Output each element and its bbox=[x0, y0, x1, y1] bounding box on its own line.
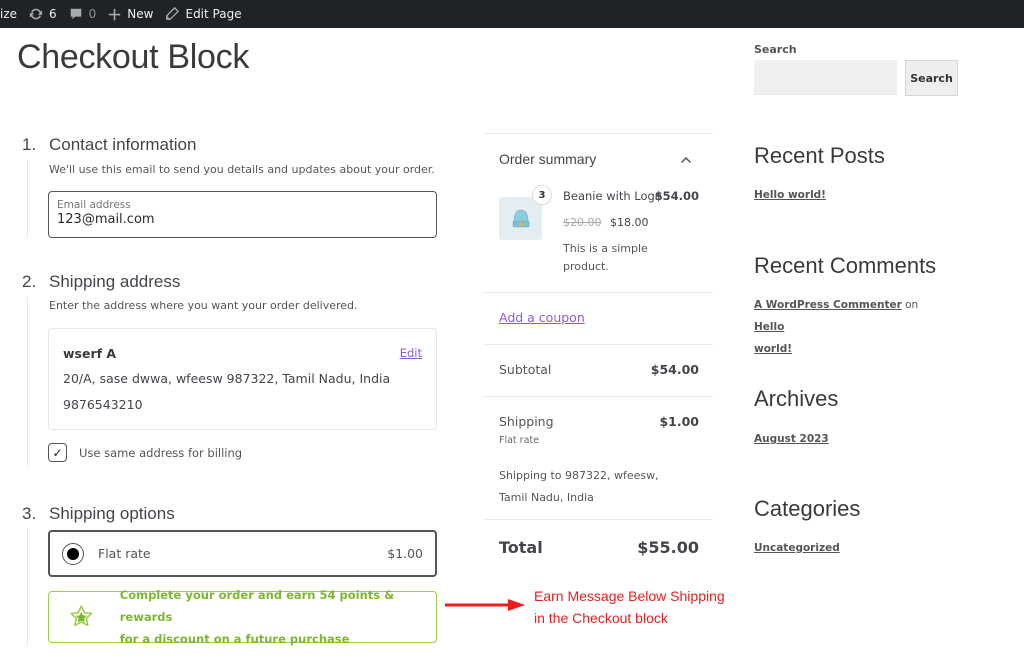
archives-title: Archives bbox=[754, 386, 839, 411]
archives-list: August 2023 bbox=[754, 428, 954, 450]
recent-comments-title: Recent Comments bbox=[754, 253, 937, 278]
step-number: 2. bbox=[22, 272, 37, 291]
product-name: Beanie with Logo bbox=[563, 189, 662, 203]
billing-same-checkbox[interactable]: ✓ bbox=[48, 443, 67, 462]
edit-page-link[interactable]: Edit Page bbox=[159, 0, 247, 28]
annotation-text: Earn Message Below Shipping in the Check… bbox=[534, 585, 725, 629]
step-divider bbox=[27, 297, 28, 467]
subtotal-label: Subtotal bbox=[499, 362, 552, 377]
step-title: Shipping options bbox=[49, 504, 175, 523]
summary-divider bbox=[484, 292, 713, 293]
category-link[interactable]: Uncategorized bbox=[754, 542, 840, 554]
step-number: 3. bbox=[22, 504, 37, 523]
shipping-method: Flat rate bbox=[499, 435, 539, 446]
updates-link[interactable]: 6 bbox=[23, 0, 63, 28]
quantity-badge: 3 bbox=[532, 185, 552, 205]
subtotal-value: $54.00 bbox=[650, 362, 699, 377]
customize-link[interactable]: ize bbox=[0, 0, 23, 28]
annotation-arrow-icon bbox=[445, 599, 525, 611]
shipping-value: $1.00 bbox=[659, 414, 699, 429]
edit-page-label: Edit Page bbox=[185, 7, 242, 21]
summary-divider bbox=[484, 519, 713, 520]
step-description: We'll use this email to send you details… bbox=[49, 163, 435, 176]
admin-bar: ize 6 0 New Edit Page bbox=[0, 0, 1024, 28]
shipping-option-price: $1.00 bbox=[387, 546, 423, 561]
star-icon bbox=[70, 605, 93, 627]
billing-same-label: Use same address for billing bbox=[79, 445, 243, 460]
step-divider bbox=[27, 160, 28, 238]
beanie-icon bbox=[512, 209, 529, 227]
comment-icon bbox=[69, 7, 83, 21]
comment-author-link[interactable]: A WordPress Commenter bbox=[754, 299, 902, 311]
email-label: Email address bbox=[57, 199, 131, 211]
email-value: 123@mail.com bbox=[57, 212, 155, 227]
comment-post-link-cont[interactable]: world! bbox=[754, 343, 792, 355]
product-description: This is a simple product. bbox=[563, 242, 648, 273]
search-label: Search bbox=[754, 43, 797, 56]
checkmark-icon: ✓ bbox=[52, 445, 63, 460]
annotation-line2: in the Checkout block bbox=[534, 610, 668, 626]
flat-rate-radio[interactable] bbox=[62, 542, 84, 565]
shipping-option-label: Flat rate bbox=[98, 546, 151, 561]
recent-posts-title: Recent Posts bbox=[754, 143, 885, 168]
product-thumbnail bbox=[499, 197, 542, 240]
product-line-total: $54.00 bbox=[654, 189, 699, 203]
total-value: $55.00 bbox=[637, 538, 699, 557]
categories-title: Categories bbox=[754, 496, 861, 521]
address-line: 20/A, sase dwwa, wfeesw 987322, Tamil Na… bbox=[63, 371, 391, 386]
summary-divider bbox=[484, 396, 713, 397]
new-content-link[interactable]: New bbox=[102, 0, 159, 28]
billing-same-row: ✓ Use same address for billing bbox=[48, 443, 242, 462]
step-title: Shipping address bbox=[49, 272, 181, 291]
step-divider bbox=[27, 528, 28, 646]
comment-on-text: on bbox=[905, 299, 919, 311]
shipping-label: Shipping bbox=[499, 414, 554, 429]
recent-posts-list: Hello world! bbox=[754, 184, 954, 206]
radio-selected-dot bbox=[67, 547, 79, 560]
search-button[interactable]: Search bbox=[905, 60, 958, 96]
comment-post-link[interactable]: Hello bbox=[754, 321, 784, 333]
page-title: Checkout Block bbox=[17, 38, 250, 76]
new-label: New bbox=[127, 7, 154, 21]
recent-comment-item: A WordPress Commenter on Hello world! bbox=[754, 294, 944, 360]
pencil-icon bbox=[165, 7, 180, 21]
step-title: Contact information bbox=[49, 135, 197, 154]
customize-label: ize bbox=[0, 7, 18, 21]
summary-divider bbox=[484, 344, 713, 345]
product-regular-price: $20.00 bbox=[563, 216, 602, 229]
step-number: 1. bbox=[22, 135, 37, 154]
recent-post-link[interactable]: Hello world! bbox=[754, 189, 826, 201]
shipping-option-flat-rate[interactable]: Flat rate $1.00 bbox=[48, 530, 437, 577]
address-card: wserf A Edit 20/A, sase dwwa, wfeesw 987… bbox=[48, 328, 437, 430]
edit-address-link[interactable]: Edit bbox=[400, 346, 422, 360]
comments-count: 0 bbox=[88, 7, 97, 21]
earn-message-line2: for a discount on a future purchase bbox=[119, 632, 350, 646]
chevron-up-icon[interactable] bbox=[680, 153, 692, 167]
plus-icon bbox=[108, 8, 121, 21]
earn-points-message: Complete your order and earn 54 points &… bbox=[48, 588, 437, 646]
archive-link[interactable]: August 2023 bbox=[754, 433, 829, 445]
summary-divider bbox=[484, 133, 713, 134]
product-sale-price: $18.00 bbox=[610, 216, 649, 229]
categories-list: Uncategorized bbox=[754, 537, 954, 559]
shipping-destination: Shipping to 987322, wfeesw, Tamil Nadu, … bbox=[499, 469, 659, 504]
order-summary-title: Order summary bbox=[499, 151, 597, 167]
email-field[interactable]: Email address 123@mail.com bbox=[48, 191, 437, 238]
earn-message-line1: Complete your order and earn 54 points &… bbox=[119, 588, 395, 624]
step-description: Enter the address where you want your or… bbox=[49, 299, 358, 312]
total-label: Total bbox=[499, 538, 543, 557]
updates-count: 6 bbox=[49, 7, 57, 21]
address-name: wserf A bbox=[63, 346, 117, 361]
add-coupon-link[interactable]: Add a coupon bbox=[499, 310, 585, 325]
search-input[interactable] bbox=[754, 60, 897, 95]
updates-icon bbox=[29, 7, 43, 21]
annotation-line1: Earn Message Below Shipping bbox=[534, 588, 725, 604]
comments-link[interactable]: 0 bbox=[63, 0, 103, 28]
address-phone: 9876543210 bbox=[63, 397, 143, 412]
